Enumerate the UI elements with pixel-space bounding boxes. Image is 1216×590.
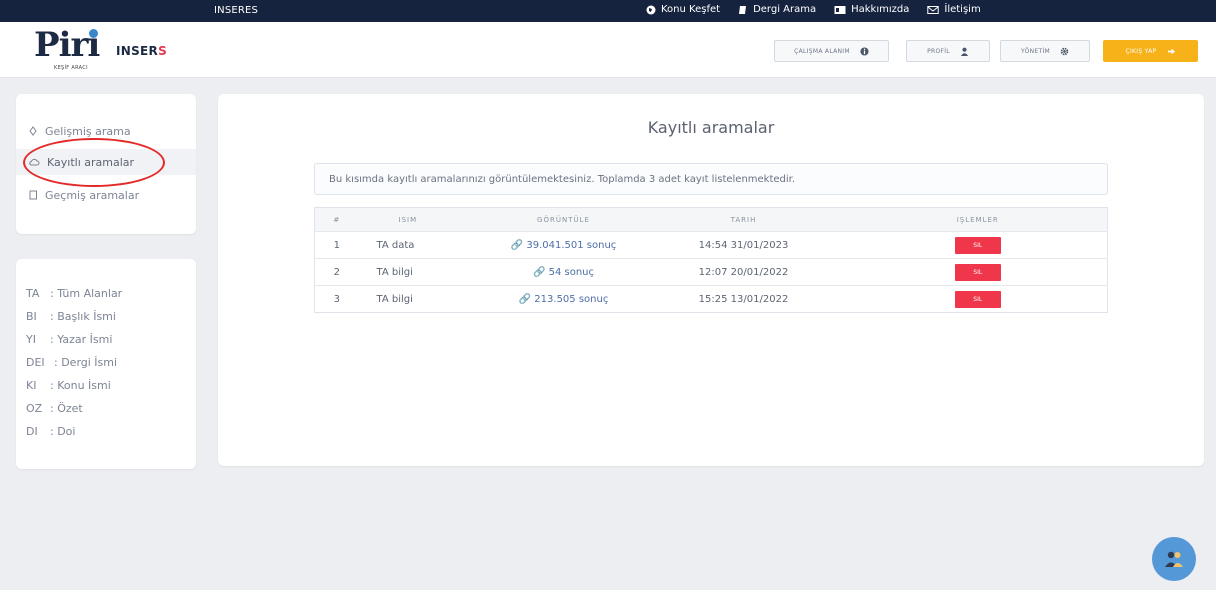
top-nav: Konu Keşfet Dergi Arama Hakkımızda İleti…	[646, 4, 981, 15]
legend-key: YI	[26, 333, 36, 346]
delete-button[interactable]: SIL	[954, 263, 1001, 281]
nav-label: İletişim	[944, 4, 981, 15]
info-icon	[860, 46, 869, 56]
column-header-date: TARIH	[730, 215, 757, 224]
view-results-link[interactable]: 🔗 213.505 sonuç	[519, 294, 609, 305]
admin-button[interactable]: YÖNETİM	[1000, 40, 1090, 62]
row-date: 14:54 31/01/2023	[638, 231, 849, 259]
sidebar-item-label: Gelişmiş arama	[45, 124, 131, 138]
delete-button[interactable]: SIL	[954, 290, 1001, 308]
gear-icon	[1060, 47, 1069, 55]
workspace-label: ÇALIŞMA ALANIM	[794, 47, 850, 55]
row-actions-cell: SIL	[848, 231, 1108, 259]
row-actions-cell: SIL	[848, 285, 1108, 313]
book-icon	[739, 5, 747, 14]
row-name: TA bilgi	[358, 258, 489, 286]
row-date: 12:07 20/01/2022	[638, 258, 849, 286]
column-header-view: GÖRÜNTÜLE	[537, 215, 590, 224]
view-results-text: 213.505 sonuç	[534, 293, 609, 305]
inser-text: INSER	[116, 44, 159, 58]
legend-key: OZ	[26, 402, 43, 415]
nav-iletisim[interactable]: İletişim	[927, 4, 981, 15]
globe-icon	[646, 5, 656, 14]
nav-label: Dergi Arama	[753, 4, 817, 15]
legend-value: : Yazar İsmi	[50, 333, 113, 346]
nav-label: Hakkımızda	[851, 4, 910, 15]
page-title: Kayıtlı aramalar	[647, 118, 775, 137]
view-results-link[interactable]: 🔗 54 sonuç	[533, 267, 594, 278]
legend-key: KI	[26, 379, 37, 392]
inseres-logo[interactable]: INSERS	[116, 44, 167, 58]
legend-value: : Dergi İsmi	[54, 356, 118, 369]
view-results-text: 39.041.501 sonuç	[526, 239, 617, 251]
table-row: 3 TA bilgi 🔗 213.505 sonuç 15:25 13/01/2…	[314, 285, 1108, 313]
nav-dergi-arama[interactable]: Dergi Arama	[738, 4, 816, 15]
header: Piri KEŞİF ARACI INSERS ÇALIŞMA ALANIM P…	[0, 22, 1216, 78]
support-agent-icon	[1164, 550, 1184, 568]
row-name: TA data	[358, 231, 489, 259]
sidebar-item-label: Geçmiş aramalar	[45, 188, 140, 202]
info-box: Bu kısımda kayıtlı aramalarınızı görüntü…	[314, 163, 1108, 195]
nav-hakkimizda[interactable]: Hakkımızda	[834, 4, 909, 15]
legend-key: DI	[26, 425, 38, 438]
legend-key: TA	[26, 287, 40, 300]
delete-button[interactable]: SIL	[954, 236, 1001, 254]
logo-subtitle: KEŞİF ARACI	[54, 65, 88, 71]
legend-value: : Doi	[50, 425, 76, 438]
row-actions-cell: SIL	[848, 258, 1108, 286]
legend-key: DEI	[26, 356, 45, 369]
table-header-row: # ISIM GÖRÜNTÜLE TARIH IŞLEMLER	[314, 207, 1108, 232]
user-icon	[960, 47, 969, 56]
legend-key: BI	[26, 310, 37, 323]
nav-konu-kesfet[interactable]: Konu Keşfet	[646, 4, 720, 15]
column-header-index: #	[333, 215, 341, 224]
info-text: Bu kısımda kayıtlı aramalarınızı görüntü…	[329, 173, 796, 185]
view-results-text: 54 sonuç	[548, 266, 595, 278]
sign-out-icon	[1167, 48, 1175, 54]
top-brand[interactable]: INSERES	[214, 5, 258, 16]
legend-value: : Tüm Alanlar	[50, 287, 123, 300]
row-name: TA bilgi	[358, 285, 489, 313]
row-index: 1	[314, 231, 359, 259]
annotation-circle	[23, 138, 165, 187]
profile-label: PROFİL	[927, 47, 950, 55]
document-icon	[29, 190, 37, 200]
profile-button[interactable]: PROFİL	[906, 40, 990, 62]
nav-label: Konu Keşfet	[661, 4, 721, 15]
row-view-cell: 🔗 54 sonuç	[488, 258, 639, 286]
admin-label: YÖNETİM	[1020, 47, 1051, 55]
view-results-link[interactable]: 🔗 39.041.501 sonuç	[511, 240, 617, 251]
row-index: 2	[314, 258, 359, 286]
workspace-button[interactable]: ÇALIŞMA ALANIM	[774, 40, 889, 62]
logout-label: ÇIKIŞ YAP	[1125, 47, 1157, 55]
abbreviation-legend: TA : Tüm Alanlar BI : Başlık İsmi YI : Yaza…	[16, 259, 196, 469]
inser-s-mark: S	[158, 44, 168, 58]
support-fab-button[interactable]	[1152, 537, 1196, 581]
piri-logo[interactable]: Piri KEŞİF ARACI	[34, 28, 104, 74]
logo-dot-icon	[89, 29, 98, 38]
logout-button[interactable]: ÇIKIŞ YAP	[1103, 40, 1198, 62]
table-row: 2 TA bilgi 🔗 54 sonuç 12:07 20/01/2022 S…	[314, 258, 1108, 286]
legend-value: : Özet	[50, 402, 83, 415]
table-row: 1 TA data 🔗 39.041.501 sonuç 14:54 31/01…	[314, 231, 1108, 259]
row-index: 3	[314, 285, 359, 313]
column-header-name: ISIM	[398, 215, 418, 224]
legend-value: : Konu İsmi	[50, 379, 111, 392]
main-panel: Kayıtlı aramalar Bu kısımda kayıtlı aram…	[218, 94, 1204, 466]
row-view-cell: 🔗 213.505 sonuç	[488, 285, 639, 313]
top-bar: INSERES Konu Keşfet Dergi Arama Hakkımız…	[0, 0, 1216, 22]
diamond-icon	[29, 126, 37, 136]
mail-icon	[927, 5, 940, 14]
row-view-cell: 🔗 39.041.501 sonuç	[488, 231, 639, 259]
saved-searches-table: # ISIM GÖRÜNTÜLE TARIH IŞLEMLER 1 TA dat…	[314, 207, 1108, 313]
row-date: 15:25 13/01/2022	[638, 285, 849, 313]
legend-value: : Başlık İsmi	[50, 310, 116, 323]
column-header-actions: IŞLEMLER	[956, 215, 999, 224]
id-card-icon	[834, 5, 846, 14]
